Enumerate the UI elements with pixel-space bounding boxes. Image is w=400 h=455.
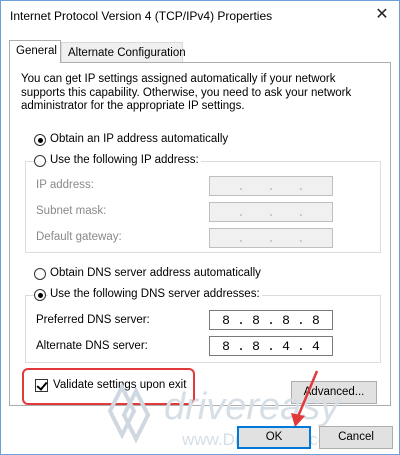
use-following-ip-label[interactable]: Use the following IP address:: [48, 154, 201, 166]
obtain-ip-auto-radio[interactable]: [34, 134, 46, 146]
properties-dialog: Internet Protocol Version 4 (TCP/IPv4) P…: [0, 0, 400, 455]
cancel-button[interactable]: Cancel: [319, 426, 393, 449]
alternate-dns-field[interactable]: 8.8.4.4: [209, 336, 333, 356]
default-gateway-field[interactable]: ...: [209, 228, 333, 248]
ip-address-field[interactable]: ...: [209, 176, 333, 196]
validate-settings-checkbox[interactable]: [35, 379, 48, 392]
preferred-dns-field[interactable]: 8.8.8.8: [209, 310, 333, 330]
tab-alternate-configuration[interactable]: Alternate Configuration: [61, 42, 186, 62]
default-gateway-label: Default gateway:: [36, 231, 122, 243]
subnet-mask-field[interactable]: ...: [209, 202, 333, 222]
obtain-dns-auto-label[interactable]: Obtain DNS server address automatically: [50, 267, 261, 279]
obtain-dns-auto-radio[interactable]: [34, 268, 46, 280]
ok-button[interactable]: OK: [237, 426, 311, 449]
description-text: You can get IP settings assigned automat…: [21, 73, 352, 112]
obtain-ip-auto-label[interactable]: Obtain an IP address automatically: [50, 133, 228, 145]
tab-general[interactable]: General: [9, 40, 61, 63]
subnet-mask-label: Subnet mask:: [36, 205, 107, 217]
annotation-arrow: [291, 370, 319, 427]
use-following-dns-radio[interactable]: [34, 289, 46, 301]
arrow-head-icon: [291, 413, 305, 427]
validate-settings-label[interactable]: Validate settings upon exit: [53, 379, 186, 391]
title-bar: Internet Protocol Version 4 (TCP/IPv4) P…: [1, 1, 399, 31]
use-following-ip-radio[interactable]: [34, 155, 46, 167]
alternate-dns-label: Alternate DNS server:: [36, 340, 148, 352]
use-following-dns-label[interactable]: Use the following DNS server addresses:: [48, 288, 262, 300]
preferred-dns-label: Preferred DNS server:: [36, 314, 150, 326]
close-icon[interactable]: ✕: [373, 6, 391, 24]
ip-address-label: IP address:: [36, 179, 94, 191]
window-title: Internet Protocol Version 4 (TCP/IPv4) P…: [10, 9, 273, 23]
